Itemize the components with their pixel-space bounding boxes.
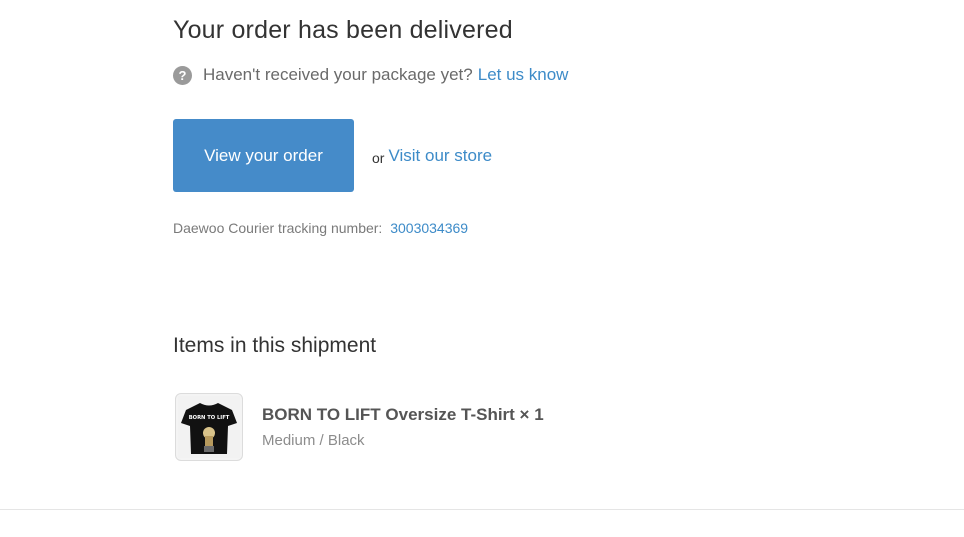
section-divider <box>0 509 964 510</box>
let-us-know-link[interactable]: Let us know <box>478 65 569 85</box>
tshirt-image: BORN TO LIFT <box>178 396 240 458</box>
tracking-info: Daewoo Courier tracking number: 30030343… <box>173 220 468 236</box>
view-order-button[interactable]: View your order <box>173 119 354 192</box>
or-text: or <box>372 149 385 166</box>
thumbnail-print-text: BORN TO LIFT <box>189 415 230 421</box>
item-details: BORN TO LIFT Oversize T-Shirt × 1 Medium… <box>262 405 544 449</box>
item-variant: Medium / Black <box>262 432 365 449</box>
order-status-page: Your order has been delivered ? Haven't … <box>0 0 964 537</box>
list-item: BORN TO LIFT BORN TO LIFT Oversize T-Shi… <box>175 393 544 461</box>
tracking-number-link[interactable]: 3003034369 <box>390 220 468 236</box>
help-text: Haven't received your package yet? <box>203 65 473 84</box>
question-circle-icon: ? <box>173 65 192 85</box>
order-actions: View your order or Visit our store <box>173 119 492 192</box>
product-thumbnail: BORN TO LIFT <box>175 393 243 461</box>
visit-store-link[interactable]: Visit our store <box>388 146 492 166</box>
help-line: ? Haven't received your package yet? Let… <box>173 65 568 85</box>
page-title: Your order has been delivered <box>173 16 513 44</box>
shipment-section-title: Items in this shipment <box>173 334 377 357</box>
tracking-label: Daewoo Courier tracking number: <box>173 220 383 236</box>
item-name: BORN TO LIFT Oversize T-Shirt × 1 <box>262 405 544 424</box>
